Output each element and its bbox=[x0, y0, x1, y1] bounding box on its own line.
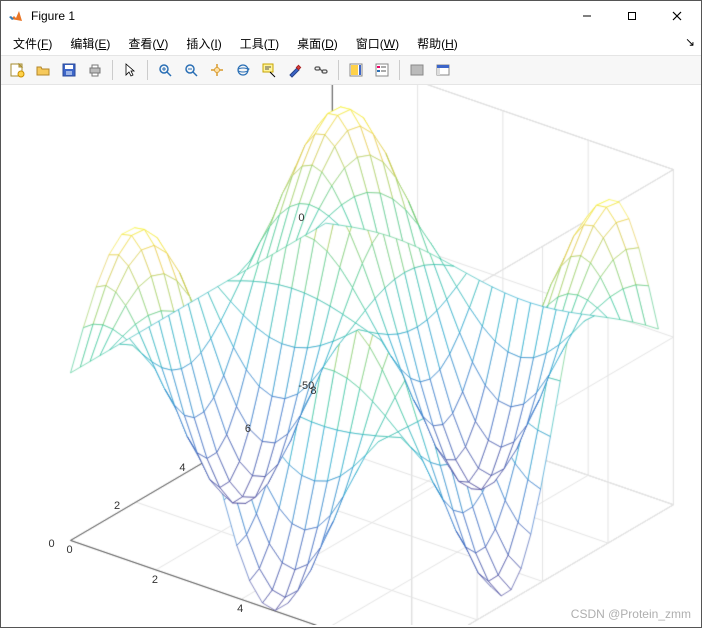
print-button[interactable] bbox=[83, 58, 107, 82]
save-button[interactable] bbox=[57, 58, 81, 82]
undock-arrow-icon[interactable]: ↘ bbox=[685, 35, 695, 49]
legend-button[interactable] bbox=[370, 58, 394, 82]
menu-w[interactable]: 窗口(W) bbox=[348, 32, 407, 55]
show-tools-button[interactable] bbox=[431, 58, 455, 82]
open-button[interactable] bbox=[31, 58, 55, 82]
tick-label: 4 bbox=[237, 603, 243, 615]
watermark-text: CSDN @Protein_zmm bbox=[571, 607, 691, 621]
tick-label: 0 bbox=[67, 544, 73, 556]
minimize-button[interactable] bbox=[564, 2, 609, 30]
menu-t[interactable]: 工具(T) bbox=[232, 32, 287, 55]
tick-label: 2 bbox=[152, 574, 158, 586]
mesh-surface bbox=[1, 85, 701, 625]
zoom-out-button[interactable] bbox=[179, 58, 203, 82]
tick-label: 8 bbox=[310, 385, 316, 397]
link-button[interactable] bbox=[309, 58, 333, 82]
title-bar: Figure 1 bbox=[1, 1, 701, 31]
window-controls bbox=[564, 2, 699, 30]
hide-tools-button[interactable] bbox=[405, 58, 429, 82]
menu-f[interactable]: 文件(F) bbox=[5, 32, 60, 55]
menu-i[interactable]: 插入(I) bbox=[178, 32, 229, 55]
pan-button[interactable] bbox=[205, 58, 229, 82]
toolbar bbox=[1, 55, 701, 85]
tick-label: 2 bbox=[114, 500, 120, 512]
close-button[interactable] bbox=[654, 2, 699, 30]
menu-v[interactable]: 查看(V) bbox=[120, 32, 176, 55]
matlab-icon bbox=[9, 8, 25, 24]
tick-label: 6 bbox=[245, 423, 251, 435]
pointer-button[interactable] bbox=[118, 58, 142, 82]
axes-3d[interactable]: -500500246802468 CSDN @Protein_zmm bbox=[1, 85, 701, 627]
tick-label: 0 bbox=[298, 212, 304, 224]
colorbar-button[interactable] bbox=[344, 58, 368, 82]
tick-label: 0 bbox=[49, 538, 55, 550]
zoom-in-button[interactable] bbox=[153, 58, 177, 82]
tick-label: 4 bbox=[179, 462, 185, 474]
menu-h[interactable]: 帮助(H) bbox=[409, 32, 466, 55]
menu-bar: 文件(F)编辑(E)查看(V)插入(I)工具(T)桌面(D)窗口(W)帮助(H)… bbox=[1, 31, 701, 55]
data-cursor-button[interactable] bbox=[257, 58, 281, 82]
window-title: Figure 1 bbox=[31, 9, 564, 23]
maximize-button[interactable] bbox=[609, 2, 654, 30]
rotate3d-button[interactable] bbox=[231, 58, 255, 82]
new-figure-button[interactable] bbox=[5, 58, 29, 82]
brush-button[interactable] bbox=[283, 58, 307, 82]
figure-window: Figure 1 文件(F)编辑(E)查看(V)插入(I)工具(T)桌面(D)窗… bbox=[0, 0, 702, 628]
menu-d[interactable]: 桌面(D) bbox=[289, 32, 346, 55]
menu-e[interactable]: 编辑(E) bbox=[62, 32, 118, 55]
